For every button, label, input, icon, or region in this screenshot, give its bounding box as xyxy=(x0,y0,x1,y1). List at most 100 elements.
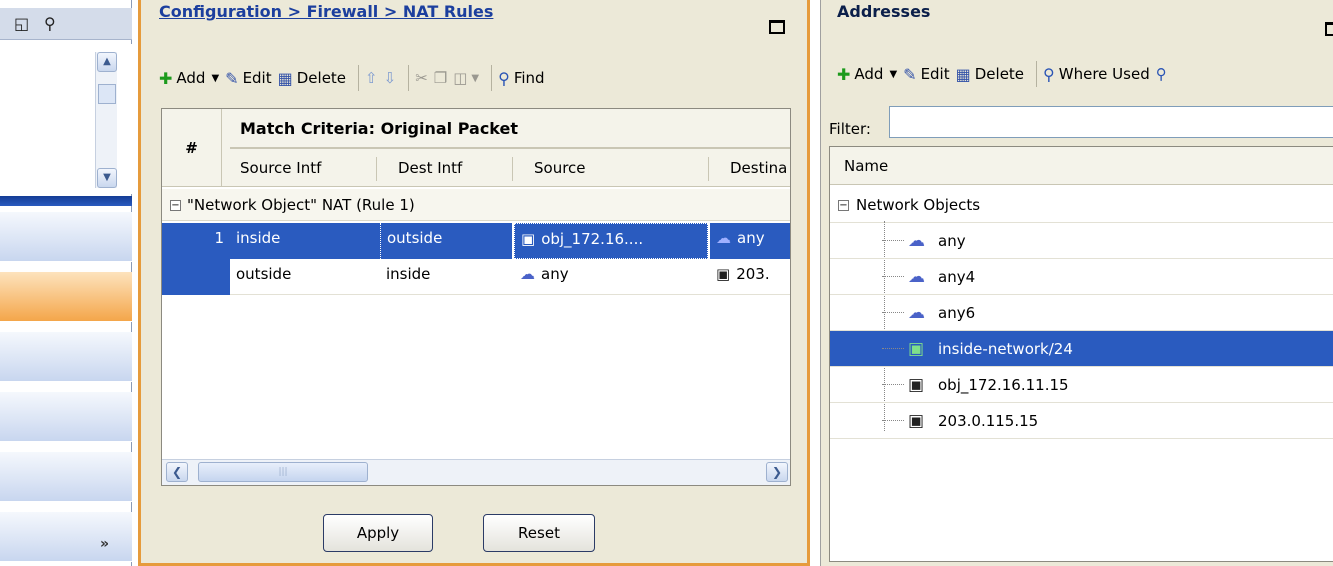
destination-cell[interactable]: ▣ 203. xyxy=(710,259,790,295)
addresses-panel: Addresses ✚ Add ▼ ✎ Edit ▦ Delete ⚲ Wher… xyxy=(820,0,1333,566)
source-cell[interactable]: ☁ any xyxy=(514,259,708,295)
table-row[interactable]: outside inside ☁ any ▣ 203. xyxy=(162,259,790,295)
table-header: # Match Criteria: Original Packet Source… xyxy=(162,109,790,187)
toolbar-separator xyxy=(408,65,410,91)
scroll-thumb[interactable] xyxy=(98,84,116,104)
toolbar-separator xyxy=(1036,61,1038,87)
match-criteria-header: Match Criteria: Original Packet xyxy=(240,119,519,138)
add-button[interactable]: ✚ Add ▼ xyxy=(837,65,897,84)
addresses-toolbar: ✚ Add ▼ ✎ Edit ▦ Delete ⚲ Where Used ⚲ xyxy=(837,58,1173,90)
maximize-icon[interactable] xyxy=(1325,22,1333,36)
move-up-icon[interactable]: ⇧ xyxy=(365,69,378,87)
rule-group-row[interactable]: − "Network Object" NAT (Rule 1) xyxy=(162,189,790,221)
scroll-left-button[interactable]: ❮ xyxy=(166,462,188,482)
source-cell[interactable]: ▣ obj_172.16.... xyxy=(514,223,708,259)
breadcrumb[interactable]: Configuration > Firewall > NAT Rules xyxy=(159,2,493,21)
edit-label: Edit xyxy=(242,69,272,87)
column-separator[interactable] xyxy=(376,157,377,181)
navigation-divider xyxy=(0,196,132,206)
collapse-icon[interactable]: − xyxy=(838,187,855,223)
find-button[interactable]: ⚲ Find xyxy=(498,69,544,88)
pin-icon[interactable]: ⚲ xyxy=(44,14,56,33)
scroll-down-button[interactable]: ▼ xyxy=(97,168,117,188)
list-item[interactable]: ☁ any4 xyxy=(830,259,1333,295)
edit-button[interactable]: ✎ Edit xyxy=(903,65,949,84)
toolbar-separator xyxy=(491,65,493,91)
chevron-down-icon[interactable]: ▼ xyxy=(889,69,897,80)
nav-section-button[interactable] xyxy=(0,392,132,442)
navigation-vertical-scrollbar[interactable]: ▲ ▼ xyxy=(95,52,117,188)
destination-cell[interactable]: ☁ any xyxy=(710,223,790,259)
scroll-up-button[interactable]: ▲ xyxy=(97,52,117,72)
column-separator[interactable] xyxy=(512,157,513,181)
move-down-icon[interactable]: ⇩ xyxy=(384,69,397,87)
nav-section-button[interactable] xyxy=(0,212,132,262)
column-header-destination[interactable]: Destina xyxy=(730,159,787,177)
reset-button[interactable]: Reset xyxy=(483,514,595,552)
dest-intf-cell[interactable]: outside xyxy=(380,223,512,259)
source-intf-cell[interactable]: outside xyxy=(230,259,380,295)
scroll-thumb[interactable]: ||| xyxy=(198,462,368,482)
trash-icon: ▦ xyxy=(955,64,971,84)
chevron-down-icon[interactable]: ▼ xyxy=(471,73,479,84)
list-item[interactable]: ▣ 203.0.115.15 xyxy=(830,403,1333,439)
edit-button[interactable]: ✎ Edit xyxy=(225,69,271,88)
object-label: any6 xyxy=(938,304,976,322)
column-header-dest-intf[interactable]: Dest Intf xyxy=(398,159,462,177)
nav-section-button[interactable] xyxy=(0,332,132,382)
nav-section-button-active[interactable] xyxy=(0,272,132,322)
edit-label: Edit xyxy=(920,65,950,83)
more-sections-chevron-icon[interactable]: » xyxy=(100,536,109,552)
column-header-name[interactable]: Name xyxy=(830,147,1333,185)
cut-icon[interactable]: ✂ xyxy=(415,69,428,87)
tree-root-network-objects[interactable]: − Network Objects xyxy=(830,187,1333,223)
collapse-icon[interactable]: − xyxy=(170,200,181,211)
address-objects-tree: Name − Network Objects ☁ any ☁ any4 ☁ an… xyxy=(829,146,1333,562)
maximize-icon[interactable] xyxy=(769,20,785,34)
table-horizontal-scrollbar[interactable]: ❮ ||| ❯ xyxy=(162,459,790,485)
delete-button[interactable]: ▦ Delete xyxy=(278,69,346,88)
filter-label: Filter: xyxy=(829,120,871,138)
destination-value: 203. xyxy=(736,265,770,283)
table-row[interactable]: 1 inside outside ▣ obj_172.16.... ☁ any xyxy=(162,223,790,259)
column-header-source-intf[interactable]: Source Intf xyxy=(240,159,321,177)
tree-connector xyxy=(882,348,904,349)
source-value: any xyxy=(541,265,569,283)
nat-panel-title-bar: Configuration > Firewall > NAT Rules xyxy=(141,0,807,44)
list-item-selected[interactable]: ▣ inside-network/24 xyxy=(830,331,1333,367)
column-header-source[interactable]: Source xyxy=(534,159,586,177)
list-item[interactable]: ▣ obj_172.16.11.15 xyxy=(830,367,1333,403)
source-intf-cell[interactable]: inside xyxy=(230,223,380,259)
object-label: any4 xyxy=(938,268,976,286)
host-icon: ▣ xyxy=(521,230,536,248)
apply-button[interactable]: Apply xyxy=(323,514,433,552)
nav-section-button[interactable] xyxy=(0,452,132,502)
nat-rules-table: # Match Criteria: Original Packet Source… xyxy=(161,108,791,486)
list-item[interactable]: ☁ any xyxy=(830,223,1333,259)
add-icon: ✚ xyxy=(159,68,173,88)
row-number-header[interactable]: # xyxy=(162,109,222,187)
nav-section-button[interactable] xyxy=(0,512,132,562)
add-label: Add xyxy=(854,65,884,83)
network-cloud-icon: ☁ xyxy=(908,303,925,323)
nat-rules-panel: Configuration > Firewall > NAT Rules ✚ A… xyxy=(138,0,810,566)
where-used-label: Where Used xyxy=(1058,65,1150,83)
add-button[interactable]: ✚ Add ▼ xyxy=(159,69,219,88)
chevron-down-icon[interactable]: ▼ xyxy=(211,73,219,84)
host-icon: ▣ xyxy=(908,411,925,431)
addresses-panel-title: Addresses xyxy=(837,2,931,21)
delete-button[interactable]: ▦ Delete xyxy=(956,65,1024,84)
delete-label: Delete xyxy=(296,69,347,87)
scroll-right-button[interactable]: ❯ xyxy=(766,462,788,482)
filter-input[interactable] xyxy=(889,106,1333,138)
copy-icon[interactable]: ❐ xyxy=(434,69,447,87)
network-cloud-icon: ☁ xyxy=(908,231,925,251)
restore-window-icon[interactable]: ◱ xyxy=(14,14,29,33)
list-item[interactable]: ☁ any6 xyxy=(830,295,1333,331)
dest-intf-cell[interactable]: inside xyxy=(380,259,512,295)
paste-icon[interactable]: ◫ ▼ xyxy=(453,69,479,87)
where-used-button[interactable]: ⚲ Where Used xyxy=(1043,65,1150,84)
host-icon: ▣ xyxy=(908,375,925,395)
search-icon[interactable]: ⚲ xyxy=(1156,65,1167,83)
column-separator[interactable] xyxy=(708,157,709,181)
